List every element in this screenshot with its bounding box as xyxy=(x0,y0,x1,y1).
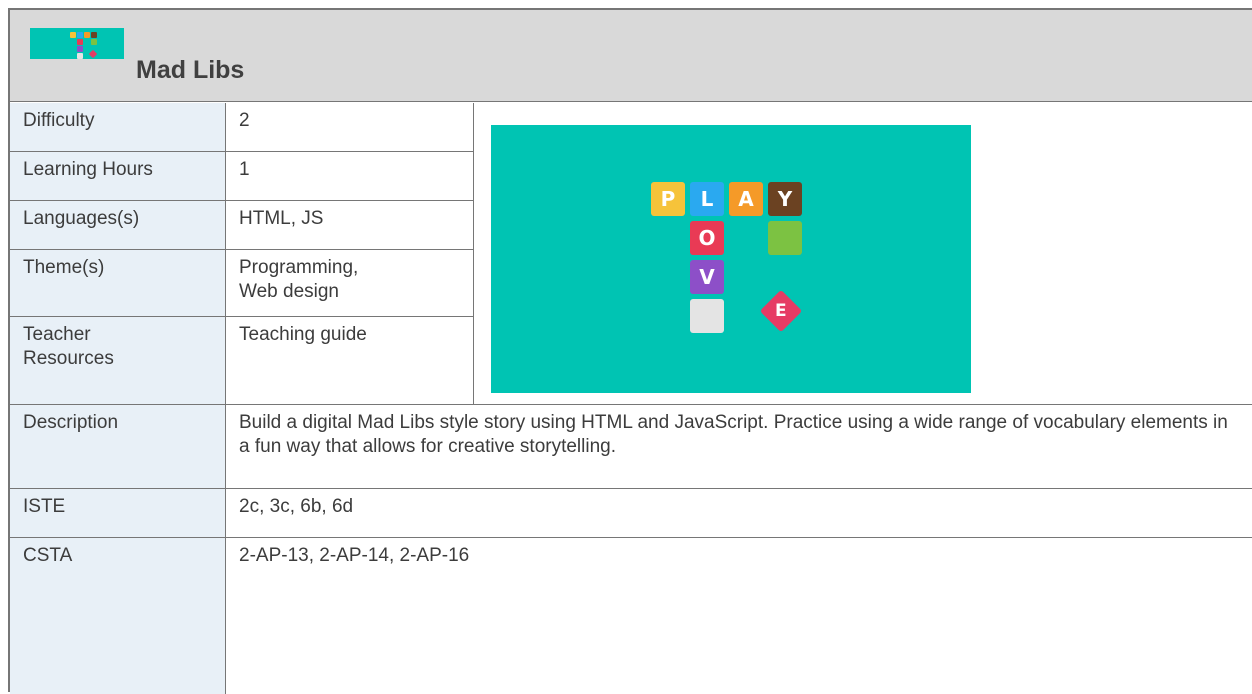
languages-label: Languages(s) xyxy=(10,201,226,249)
tile-blank xyxy=(690,299,724,333)
tile-e-letter: E xyxy=(775,301,787,321)
csta-label: CSTA xyxy=(10,538,226,694)
tile-green xyxy=(768,221,802,255)
teacher-resources-label-line1: Teacher xyxy=(23,324,91,345)
teacher-resources-value[interactable]: Teaching guide xyxy=(226,317,474,404)
tile-p: P xyxy=(651,182,685,216)
csta-row: CSTA 2-AP-13, 2-AP-14, 2-AP-16 xyxy=(10,538,1252,694)
play-love-thumbnail xyxy=(30,28,124,59)
description-label: Description xyxy=(10,405,226,488)
tile-o: O xyxy=(690,221,724,255)
teacher-resources-label-line2: Resources xyxy=(23,348,114,369)
learning-hours-value: 1 xyxy=(226,152,474,200)
lesson-card: Mad Libs Difficulty 2 Learning Hours 1 L… xyxy=(8,8,1252,694)
play-love-image: P L A Y O V E xyxy=(491,125,971,393)
themes-value-line2: Web design xyxy=(239,281,339,302)
iste-row: ISTE 2c, 3c, 6b, 6d xyxy=(10,489,1252,537)
iste-label: ISTE xyxy=(10,489,226,537)
themes-value-line1: Programming, xyxy=(239,257,359,278)
description-value: Build a digital Mad Libs style story usi… xyxy=(239,412,1228,457)
csta-value: 2-AP-13, 2-AP-14, 2-AP-16 xyxy=(239,545,470,566)
difficulty-value: 2 xyxy=(226,103,474,151)
difficulty-label: Difficulty xyxy=(10,103,226,151)
languages-value: HTML, JS xyxy=(226,201,474,249)
themes-value: Programming, Web design xyxy=(226,250,474,316)
description-row: Description Build a digital Mad Libs sty… xyxy=(10,405,1252,488)
tile-a: A xyxy=(729,182,763,216)
tile-e: E xyxy=(759,289,803,333)
tile-v: V xyxy=(690,260,724,294)
iste-value: 2c, 3c, 6b, 6d xyxy=(239,496,354,517)
card-header: Mad Libs xyxy=(10,10,1252,102)
themes-label: Theme(s) xyxy=(10,250,226,316)
tile-l: L xyxy=(690,182,724,216)
learning-hours-label: Learning Hours xyxy=(10,152,226,200)
teacher-resources-label: Teacher Resources xyxy=(10,317,226,404)
tile-y: Y xyxy=(768,182,802,216)
page-title: Mad Libs xyxy=(136,56,245,84)
